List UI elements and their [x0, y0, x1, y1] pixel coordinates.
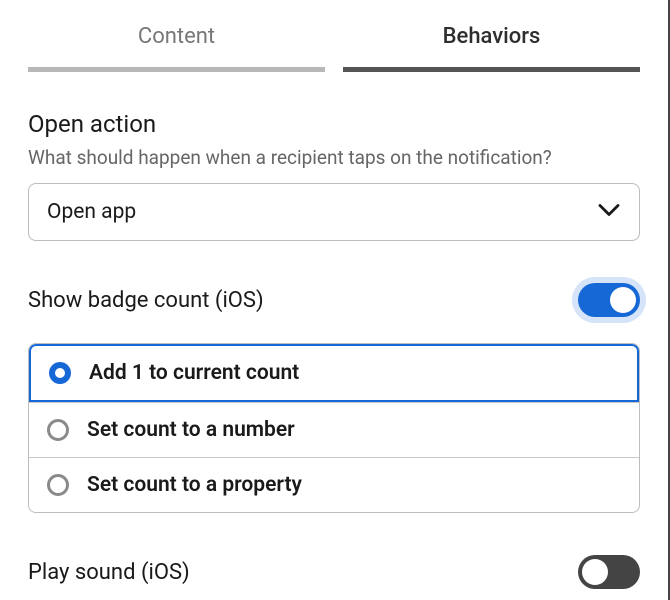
tab-content[interactable]: Content [28, 0, 325, 72]
open-action-title: Open action [28, 110, 640, 138]
play-sound-label: Play sound (iOS) [28, 560, 190, 585]
radio-icon [47, 419, 69, 441]
radio-icon [49, 362, 71, 384]
badge-option-add1[interactable]: Add 1 to current count [29, 344, 639, 402]
badge-option-set-property[interactable]: Set count to a property [29, 457, 639, 512]
badge-option-label: Set count to a property [87, 473, 302, 497]
play-sound-toggle[interactable] [578, 555, 640, 589]
radio-icon [47, 474, 69, 496]
open-action-select[interactable]: Open app [28, 183, 640, 241]
badge-count-label: Show badge count (iOS) [28, 288, 264, 313]
open-action-selected: Open app [47, 200, 136, 224]
badge-option-set-number[interactable]: Set count to a number [29, 402, 639, 457]
badge-count-toggle[interactable] [578, 283, 640, 317]
badge-count-options: Add 1 to current count Set count to a nu… [28, 343, 640, 513]
badge-option-label: Set count to a number [87, 418, 295, 442]
open-action-subtitle: What should happen when a recipient taps… [28, 146, 640, 169]
badge-option-label: Add 1 to current count [89, 361, 299, 385]
tab-behaviors[interactable]: Behaviors [343, 0, 640, 72]
tabs-bar: Content Behaviors [28, 0, 640, 72]
